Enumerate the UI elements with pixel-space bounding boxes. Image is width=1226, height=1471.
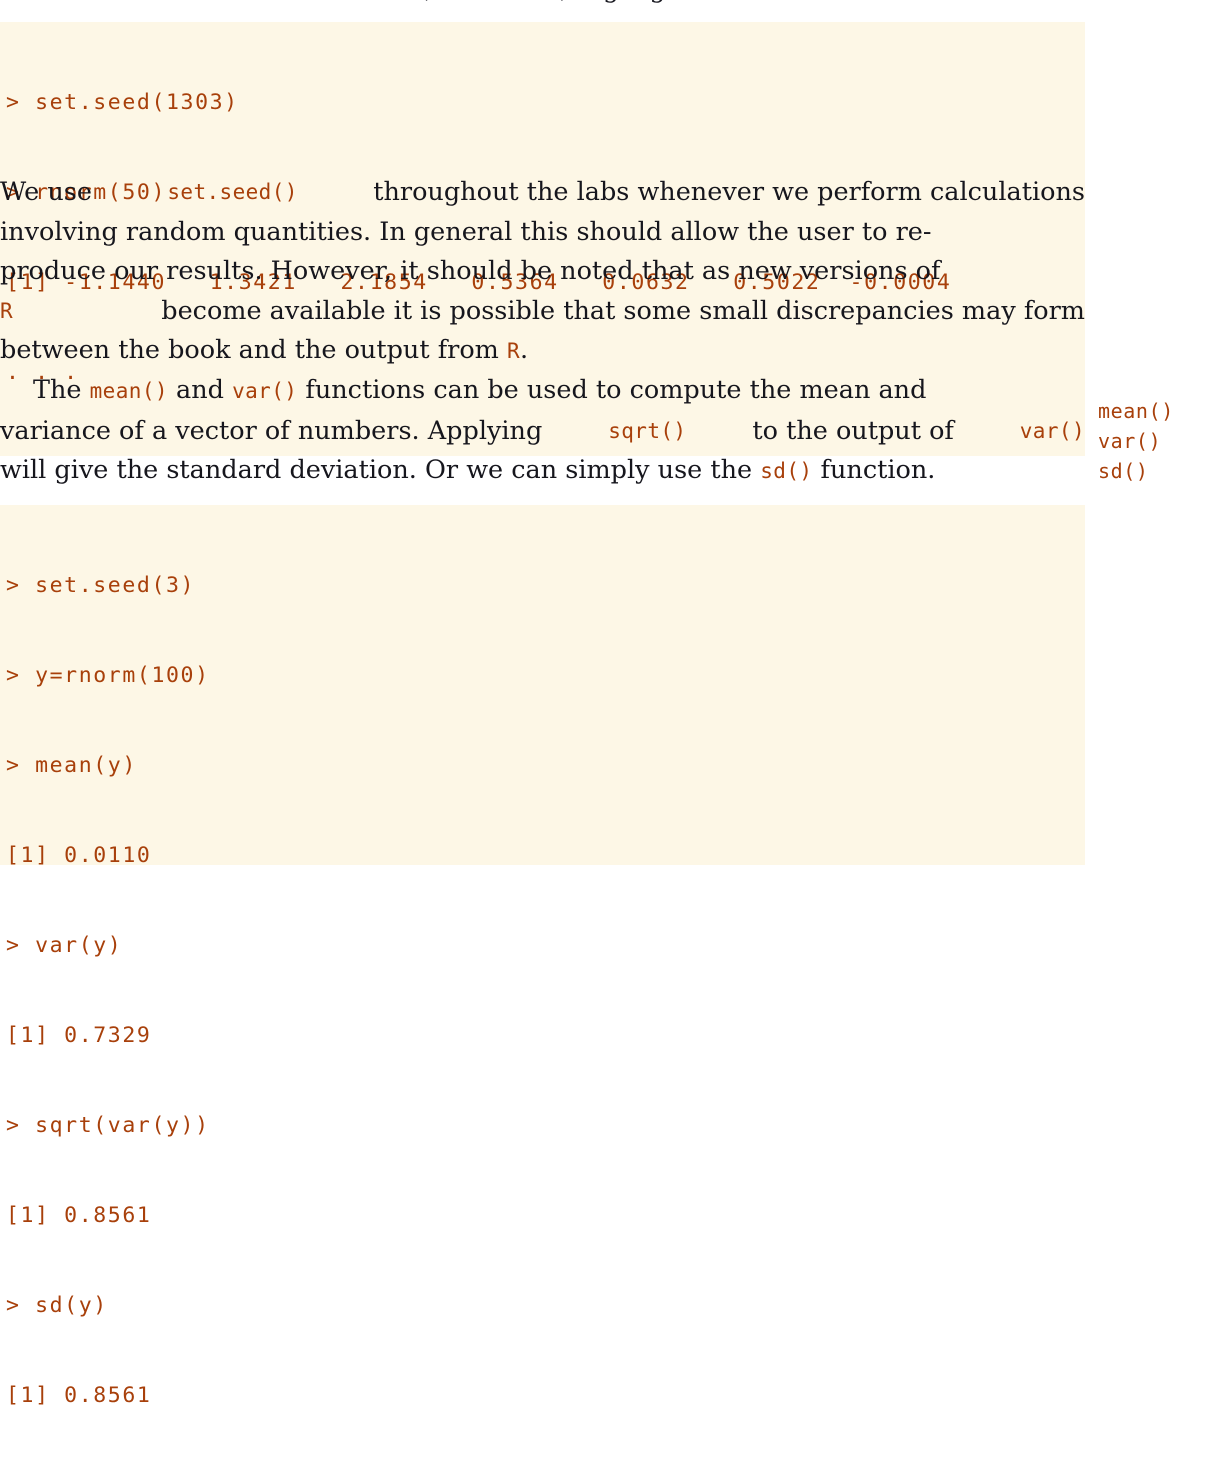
code-line: [1] 0.7329 [6,1023,152,1048]
r-console-block-mean-var-sd: > set.seed(3) > y=rnorm(100) > mean(y) [… [0,505,1085,1408]
paragraph-set-seed: We use set.seed() throughout the labs wh… [0,173,1085,372]
text-run: We use [0,177,101,207]
code-line: > mean(y) [6,753,137,778]
text-run: throughout the labs whenever we perform … [365,177,1085,207]
inline-code-sqrt: sqrt() [608,418,687,443]
inline-code-r: R [0,298,14,323]
code-line: [1] 0.0110 [6,843,152,868]
text-run: . [520,335,529,366]
text-run: become available it is possible that som… [153,295,1085,326]
text-run: function. [812,455,936,486]
code-line: > var(y) [6,933,123,958]
paragraph-line: We use set.seed() throughout the labs wh… [0,173,1085,213]
text-run: The mean() and var() functions can be us… [0,371,926,412]
code-line: [1] 0.8561 [6,1203,152,1228]
code-line: > set.seed(1303) [6,90,239,115]
margin-function-index: mean() var() sd() [1098,396,1226,486]
inline-code-mean: mean() [89,379,168,403]
paragraph-line: between the book and the output from R. [0,331,1085,372]
inline-code-var: var() [232,379,298,403]
code-line: > sd(y) [6,1293,108,1318]
code-line: > sqrt(var(y)) [6,1113,210,1138]
text-run: involving random quantities. In general … [0,216,932,247]
inline-code-r: R [506,339,521,364]
inline-code-set-seed: set.seed() [167,180,298,204]
text-run: functions can be used to compute the mea… [297,375,927,405]
code-line: [1] 0.8561 [6,1383,152,1408]
text-run: The [33,375,90,405]
paragraph-line: variance of a vector of numbers. Applyin… [0,412,1085,452]
text-run: and [167,375,233,405]
clipped-previous-line: (continued) ing sig [0,0,1085,4]
paragraph-line: produce our results. However, it should … [0,252,1085,292]
paragraph-line: R become available it is possible that s… [0,292,1085,332]
text-run: will give the standard deviation. Or we … [0,455,761,486]
margin-note-mean: mean() [1098,399,1174,423]
paragraph-line: The mean() and var() functions can be us… [0,371,1085,412]
book-page: (continued) ing sig > set.seed(1303) > r… [0,0,1226,1408]
text-run: to the output of [744,415,962,446]
paragraph-line: will give the standard deviation. Or we … [0,451,1085,492]
margin-note-var: var() [1098,429,1162,453]
inline-code-var: var() [1019,418,1085,443]
inline-code-sd: sd() [760,459,813,484]
margin-note-sd: sd() [1098,459,1149,483]
text-run: between the book and the output from [0,335,507,366]
code-line: > y=rnorm(100) [6,663,210,688]
paragraph-mean-var: The mean() and var() functions can be us… [0,371,1085,492]
code-line: > set.seed(3) [6,573,196,598]
text-run: produce our results. However, it should … [0,256,941,287]
paragraph-line: involving random quantities. In general … [0,213,1085,253]
text-run: variance of a vector of numbers. Applyin… [0,415,551,446]
